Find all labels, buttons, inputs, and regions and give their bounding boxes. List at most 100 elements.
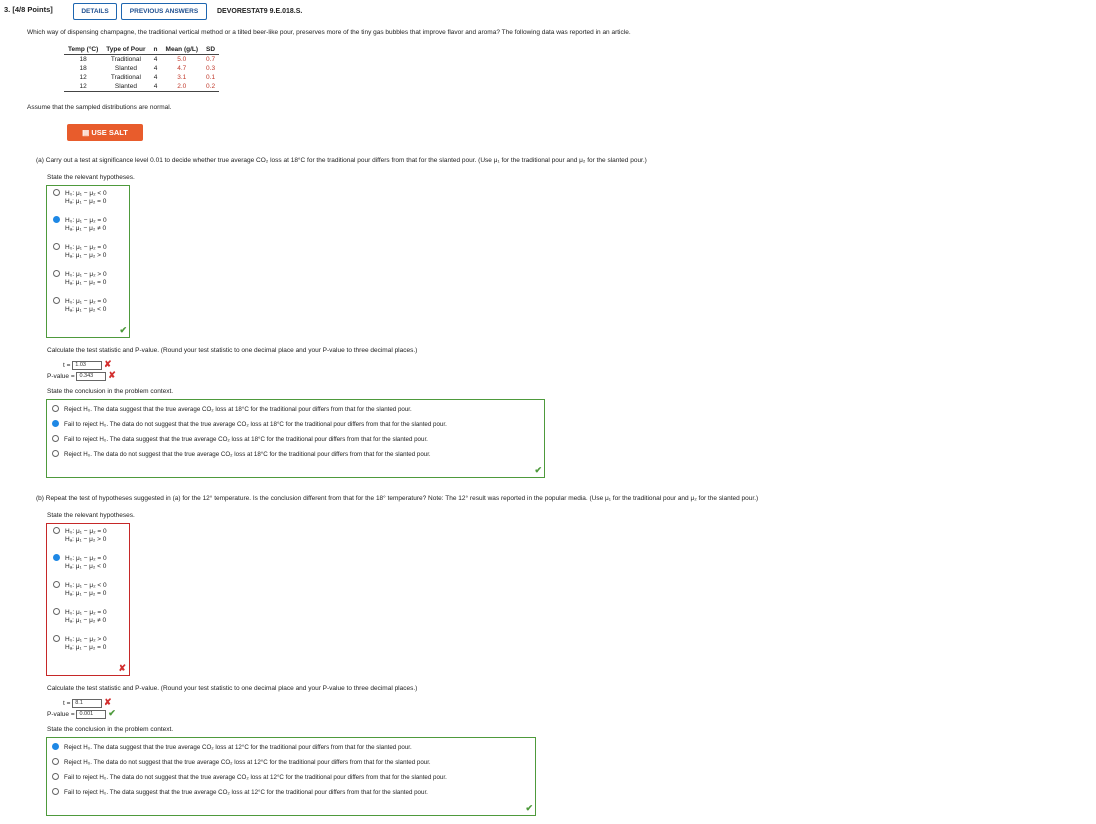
correct-check-icon: ✔ (108, 708, 116, 718)
table-header: Temp (°C) (64, 46, 103, 55)
t-input[interactable]: 1.03 (72, 360, 103, 370)
part-b-hypotheses-box: H₀: μ₁ − μ₂ = 0 Hₐ: μ₁ − μ₂ > 0 H₀: μ₁ −… (46, 523, 130, 676)
h0-text: H₀: μ₁ − μ₂ = 0 (65, 609, 107, 616)
table-cell: Slanted (114, 65, 137, 72)
hypothesis-option[interactable]: H₀: μ₁ − μ₂ = 0 Hₐ: μ₁ − μ₂ < 0 (53, 297, 107, 314)
data-table: Temp (°C) Type of Pour n Mean (g/L) SD 1… (64, 46, 220, 92)
radio-button[interactable] (52, 450, 59, 457)
radio-button[interactable] (53, 189, 60, 196)
table-cell: 4 (153, 65, 158, 72)
radio-button-selected[interactable] (53, 216, 60, 223)
correct-check-icon: ✔ (119, 325, 127, 335)
table-header: Type of Pour (102, 46, 150, 55)
ha-text: Hₐ: μ₁ − μ₂ > 0 (65, 252, 107, 259)
ha-text: Hₐ: μ₁ − μ₂ ≠ 0 (65, 617, 107, 624)
table-cell: 18 (79, 56, 87, 63)
conclusion-text: Fail to reject H₀. The data suggest that… (64, 436, 428, 443)
radio-button-selected[interactable] (52, 743, 59, 750)
conclusion-option[interactable]: Fail to reject H₀. The data suggest that… (52, 435, 428, 443)
h0-text: H₀: μ₁ − μ₂ > 0 (65, 271, 107, 278)
conclusion-option[interactable]: Reject H₀. The data suggest that the tru… (52, 743, 412, 751)
table-cell: 0.3 (206, 65, 216, 72)
p-value-input[interactable]: 0.343 (76, 371, 107, 381)
radio-button[interactable] (52, 773, 59, 780)
table-cell: 12 (79, 74, 87, 81)
ha-text: Hₐ: μ₁ − μ₂ = 0 (65, 279, 107, 286)
part-b-t-row: t = 8.1 ✘ (63, 697, 112, 708)
conclusion-option[interactable]: Reject H₀. The data suggest that the tru… (52, 405, 412, 413)
part-a-hypotheses-box: H₀: μ₁ − μ₂ < 0 Hₐ: μ₁ − μ₂ = 0 H₀: μ₁ −… (46, 185, 130, 338)
previous-answers-button[interactable]: PREVIOUS ANSWERS (121, 3, 207, 20)
hypothesis-option[interactable]: H₀: μ₁ − μ₂ = 0 Hₐ: μ₁ − μ₂ ≠ 0 (53, 216, 107, 233)
radio-button[interactable] (52, 758, 59, 765)
hypothesis-option[interactable]: H₀: μ₁ − μ₂ < 0 Hₐ: μ₁ − μ₂ = 0 (53, 189, 107, 206)
conclusion-option[interactable]: Reject H₀. The data do not suggest that … (52, 758, 431, 766)
radio-button-selected[interactable] (53, 554, 60, 561)
conclusion-option[interactable]: Fail to reject H₀. The data suggest that… (52, 788, 428, 796)
radio-button[interactable] (52, 435, 59, 442)
radio-button[interactable] (53, 243, 60, 250)
radio-button[interactable] (53, 581, 60, 588)
table-header: Mean (g/L) (161, 46, 203, 55)
radio-button[interactable] (52, 405, 59, 412)
radio-button[interactable] (53, 608, 60, 615)
problem-id: DEVORESTAT9 9.E.018.S. (217, 8, 303, 15)
table-row: 12 Traditional 4 3.1 0.1 (64, 73, 219, 82)
table-cell: 0.2 (202, 82, 220, 92)
part-a-hypotheses-label: State the relevant hypotheses. (47, 174, 135, 181)
question-number: 3. [4/8 Points] (4, 5, 53, 14)
salt-icon: ▤ (82, 128, 90, 137)
hypothesis-option[interactable]: H₀: μ₁ − μ₂ > 0 Hₐ: μ₁ − μ₂ = 0 (53, 635, 107, 652)
hypothesis-option[interactable]: H₀: μ₁ − μ₂ > 0 Hₐ: μ₁ − μ₂ = 0 (53, 270, 107, 287)
conclusion-text: Reject H₀. The data suggest that the tru… (64, 744, 412, 751)
p-value-label: P-value = (47, 373, 75, 380)
conclusion-option[interactable]: Fail to reject H₀. The data do not sugge… (52, 773, 447, 781)
table-header: n (149, 46, 162, 55)
hypothesis-option[interactable]: H₀: μ₁ − μ₂ = 0 Hₐ: μ₁ − μ₂ > 0 (53, 243, 107, 260)
t-label: t = (63, 362, 71, 369)
correct-check-icon: ✔ (525, 803, 533, 813)
part-a-conclusion-label: State the conclusion in the problem cont… (47, 388, 174, 395)
table-cell: 5.0 (177, 56, 187, 63)
part-a-prompt: (a) Carry out a test at significance lev… (36, 157, 647, 164)
part-a-t-row: t = 1.03 ✘ (63, 359, 112, 370)
radio-button[interactable] (53, 635, 60, 642)
hypothesis-option[interactable]: H₀: μ₁ − μ₂ = 0 Hₐ: μ₁ − μ₂ < 0 (53, 554, 107, 571)
p-value-input[interactable]: 0.001 (76, 709, 107, 719)
hypothesis-option[interactable]: H₀: μ₁ − μ₂ = 0 Hₐ: μ₁ − μ₂ ≠ 0 (53, 608, 107, 625)
ha-text: Hₐ: μ₁ − μ₂ > 0 (65, 536, 107, 543)
use-salt-button[interactable]: ▤ USE SALT (67, 124, 143, 141)
t-input[interactable]: 8.1 (72, 698, 103, 708)
part-b-calc-label: Calculate the test statistic and P-value… (47, 685, 418, 692)
table-cell: 3.1 (177, 74, 187, 81)
radio-button-selected[interactable] (52, 420, 59, 427)
radio-button[interactable] (53, 270, 60, 277)
radio-button[interactable] (52, 788, 59, 795)
conclusion-option[interactable]: Fail to reject H₀. The data do not sugge… (52, 420, 447, 428)
table-cell: Traditional (110, 74, 141, 81)
part-b-conclusion-box: Reject H₀. The data suggest that the tru… (46, 737, 536, 816)
table-row: 18 Slanted 4 4.7 0.3 (64, 64, 219, 73)
part-b-prompt: (b) Repeat the test of hypotheses sugges… (36, 495, 759, 502)
ha-text: Hₐ: μ₁ − μ₂ ≠ 0 (65, 225, 107, 232)
radio-button[interactable] (53, 527, 60, 534)
table-header: SD (202, 46, 220, 55)
hypothesis-option[interactable]: H₀: μ₁ − μ₂ < 0 Hₐ: μ₁ − μ₂ = 0 (53, 581, 107, 598)
part-a-calc-label: Calculate the test statistic and P-value… (47, 347, 418, 354)
ha-text: Hₐ: μ₁ − μ₂ < 0 (65, 306, 107, 313)
conclusion-text: Reject H₀. The data suggest that the tru… (64, 406, 412, 413)
radio-button[interactable] (53, 297, 60, 304)
table-cell: Traditional (110, 56, 141, 63)
table-row: 12 Slanted 4 2.0 0.2 (64, 82, 220, 92)
table-cell: 4 (153, 74, 158, 81)
conclusion-text: Fail to reject H₀. The data do not sugge… (64, 421, 447, 428)
details-button[interactable]: DETAILS (73, 3, 117, 20)
part-a-p-row: P-value = 0.343 ✘ (47, 370, 116, 381)
table-cell: 0.7 (206, 56, 216, 63)
assumption-text: Assume that the sampled distributions ar… (27, 104, 172, 111)
h0-text: H₀: μ₁ − μ₂ = 0 (65, 244, 107, 251)
table-cell: 2.0 (161, 82, 203, 92)
question-text: Which way of dispensing champagne, the t… (27, 29, 631, 36)
hypothesis-option[interactable]: H₀: μ₁ − μ₂ = 0 Hₐ: μ₁ − μ₂ > 0 (53, 527, 107, 544)
conclusion-option[interactable]: Reject H₀. The data do not suggest that … (52, 450, 431, 458)
